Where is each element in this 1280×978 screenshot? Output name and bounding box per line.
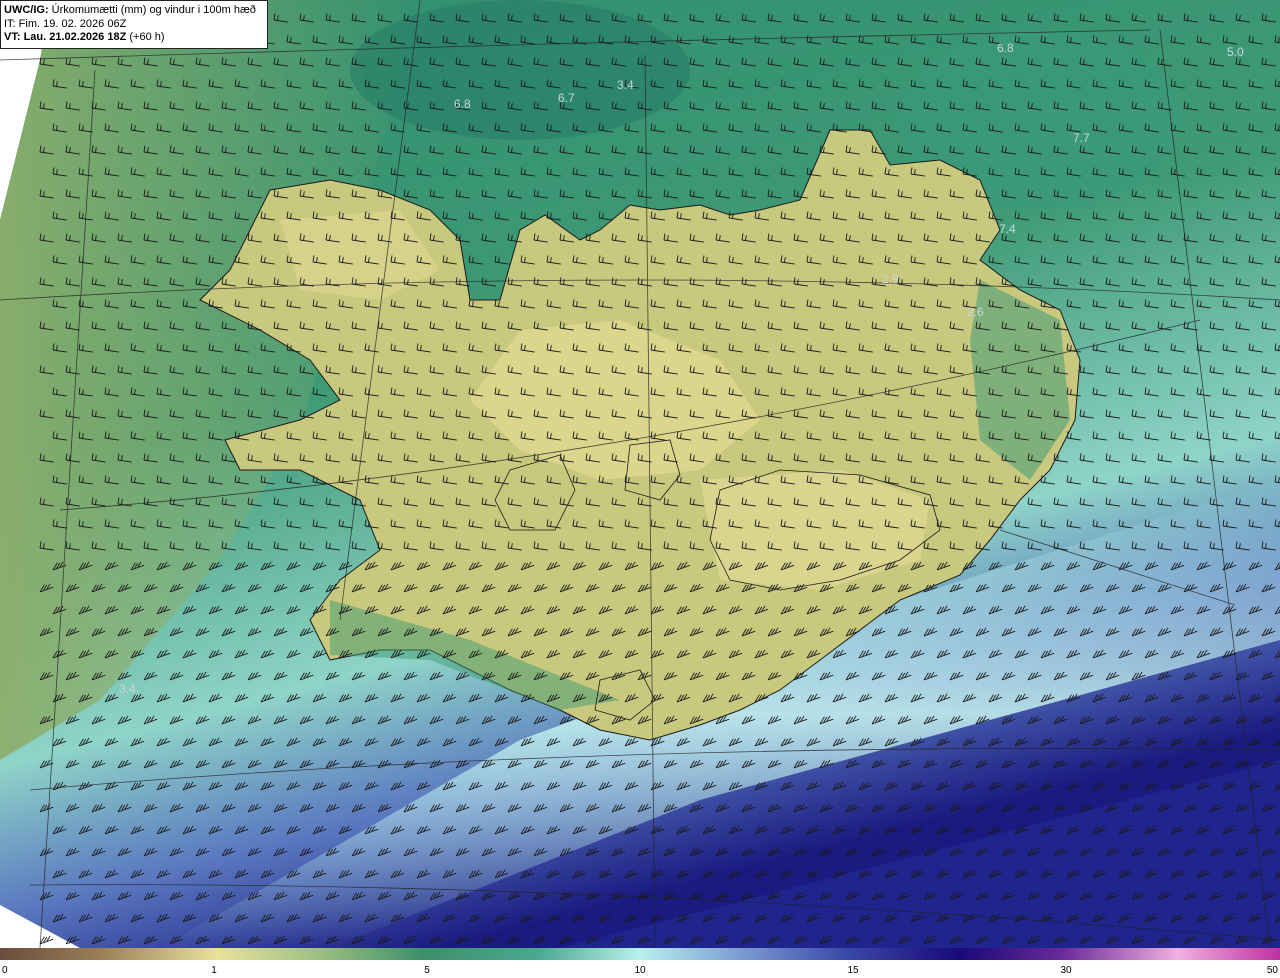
field-label-4: 6.8 bbox=[997, 41, 1014, 55]
field-label-8: 2.9 bbox=[882, 272, 899, 286]
lead-time: (+60 h) bbox=[129, 31, 165, 43]
forecast-info-box: UWC/IG: Úrkomumætti (mm) og vindur i 100… bbox=[0, 0, 268, 49]
valid-time: Lau. 21.02.2026 18Z bbox=[23, 31, 127, 43]
colorbar-tick-1: 1 bbox=[211, 965, 217, 976]
colorbar-tick-0: 0 bbox=[2, 965, 8, 976]
precipitation-wind-map: 6.8 6.7 3.4 6.8 5.0 7.7 7.4 2.9 2.6 3.4 bbox=[0, 0, 1280, 948]
field-label-1: 6.8 bbox=[454, 97, 471, 111]
field-label-3: 3.4 bbox=[617, 78, 634, 92]
field-label-6: 7.7 bbox=[1073, 131, 1090, 145]
valid-time-line: VT: Lau. 21.02.2026 18Z (+60 h) bbox=[4, 31, 264, 45]
colorbar-tick-15: 15 bbox=[847, 965, 859, 976]
field-label-7: 7.4 bbox=[999, 222, 1016, 236]
colorbar-tick-30: 30 bbox=[1060, 965, 1072, 976]
title-line: UWC/IG: Úrkomumætti (mm) og vindur i 100… bbox=[4, 4, 264, 18]
issue-time: IT: Fim. 19. 02. 2026 06Z bbox=[4, 17, 127, 30]
field-label-10: 3.4 bbox=[119, 682, 136, 696]
colorbar-tick-50: 50 bbox=[1266, 965, 1278, 976]
colorbar-tick-10: 10 bbox=[634, 965, 646, 976]
colorbar-strip bbox=[0, 948, 1280, 960]
field-label-9: 2.6 bbox=[967, 305, 984, 319]
model-name: UWC/IG: bbox=[4, 4, 49, 16]
valid-prefix: VT: bbox=[4, 31, 21, 43]
field-label-5: 5.0 bbox=[1227, 45, 1244, 59]
colorbar-tick-5: 5 bbox=[424, 965, 430, 976]
product-name: Úrkomumætti (mm) og vindur i 100m hæð bbox=[51, 4, 256, 16]
field-label-2: 6.7 bbox=[558, 91, 575, 105]
colorbar: 0 1 5 10 15 30 50 bbox=[0, 948, 1280, 978]
